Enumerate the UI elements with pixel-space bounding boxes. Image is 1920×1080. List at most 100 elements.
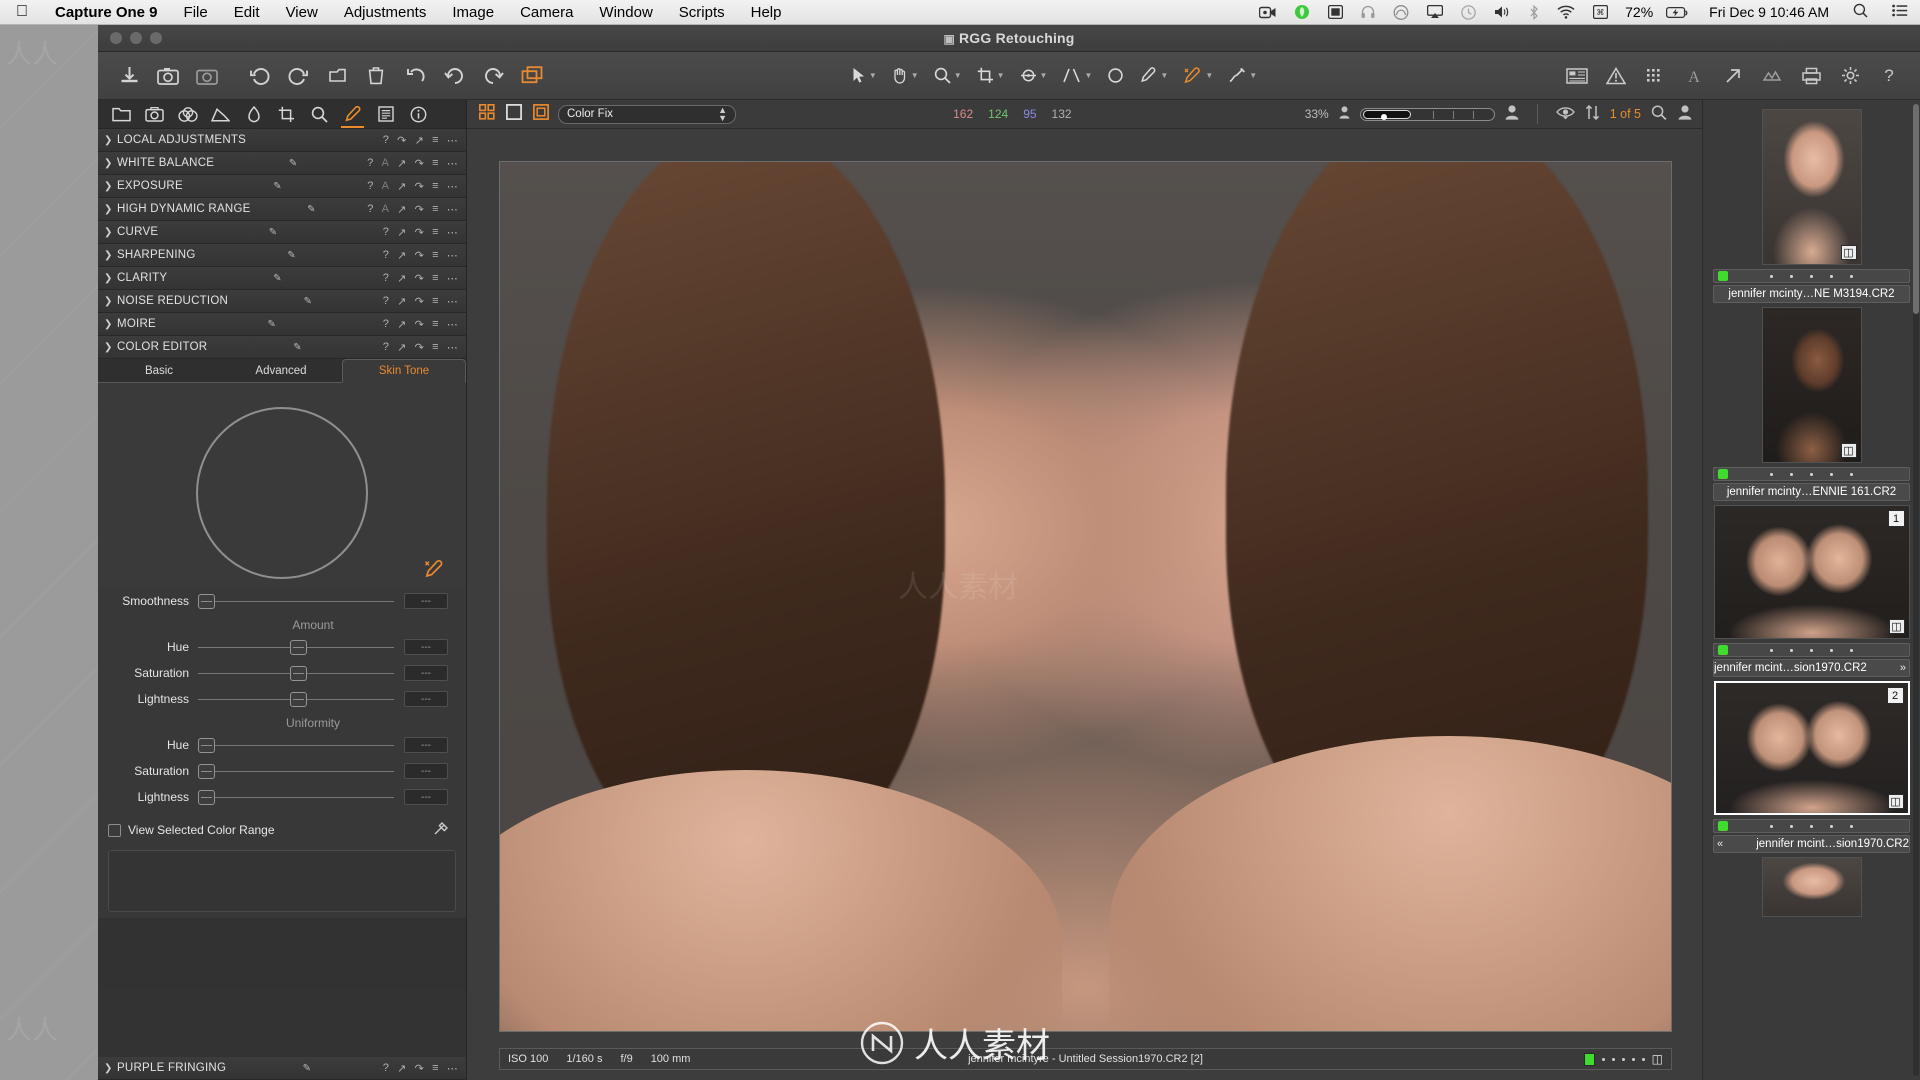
help-icon[interactable]: ? <box>383 295 389 307</box>
window-traffic-lights[interactable] <box>110 32 162 44</box>
person-large-icon[interactable] <box>1505 105 1519 123</box>
slider-amount-hue[interactable]: Hue --- <box>98 634 466 660</box>
menu-item-help[interactable]: Help <box>738 4 795 21</box>
color-icon[interactable] <box>238 101 269 128</box>
rating-row[interactable] <box>1713 643 1910 657</box>
menu-item-view[interactable]: View <box>273 4 331 21</box>
chevron-right-icon[interactable]: ❯ <box>104 296 117 307</box>
menu-clock[interactable]: Fri Dec 9 10:46 AM <box>1697 4 1841 20</box>
tool-actions[interactable]: ? ↗ ↷ ≡ ⋯ <box>276 318 458 331</box>
eyedropper-icon[interactable]: ✎ <box>273 181 282 192</box>
apple-logo-icon[interactable]:  <box>0 4 42 20</box>
chevron-right-icon[interactable]: ❯ <box>104 181 117 192</box>
star-dot[interactable] <box>1611 1057 1615 1061</box>
eyedropper-icon[interactable] <box>424 559 444 584</box>
zoom-slider-thumb[interactable] <box>1362 109 1411 120</box>
copy-icon[interactable]: ↗ <box>397 180 406 193</box>
contact-sheet-icon[interactable]: ◫ <box>1887 794 1904 809</box>
thumbnail[interactable]: ◫ <box>1761 109 1862 265</box>
slider-knob[interactable] <box>198 593 215 609</box>
crop-tool[interactable]: ▼ <box>972 61 1010 91</box>
person-small-icon[interactable] <box>1339 106 1350 122</box>
print-icon[interactable] <box>1794 60 1828 92</box>
arrow-icon[interactable] <box>1716 60 1750 92</box>
focus-mask-icon[interactable] <box>1638 60 1672 92</box>
thumb-filename[interactable]: jennifer mcinty…ENNIE 161.CR2 <box>1713 483 1910 501</box>
process-recipe-select[interactable]: Color Fix ▲ ▼ <box>558 104 736 124</box>
menu-item-adjustments[interactable]: Adjustments <box>331 4 440 21</box>
action-menu-icon[interactable]: ⋯ <box>447 180 458 193</box>
tool-actions[interactable]: ? ↗ ↷ ≡ ⋯ <box>282 272 458 285</box>
help-icon[interactable]: ? <box>367 203 373 215</box>
slider-value[interactable]: --- <box>404 763 448 779</box>
slider-value[interactable]: --- <box>404 639 448 655</box>
person-icon[interactable] <box>1678 105 1692 123</box>
reset-icon[interactable]: ↷ <box>415 157 424 170</box>
proof-view-icon[interactable] <box>531 104 551 124</box>
contact-sheet-icon[interactable]: ◫ <box>1888 619 1905 634</box>
metadata-icon[interactable] <box>370 101 401 128</box>
help-icon[interactable]: ? <box>383 249 389 261</box>
grid-overlay-icon[interactable] <box>1560 60 1594 92</box>
copy-icon[interactable]: ↗ <box>397 226 406 239</box>
slider-value[interactable]: --- <box>404 691 448 707</box>
import-images-icon[interactable] <box>112 60 146 92</box>
action-menu-icon[interactable]: ⋯ <box>447 134 458 147</box>
star-dot[interactable] <box>1641 1057 1645 1061</box>
volume-icon[interactable] <box>1485 5 1520 19</box>
stitch-icon[interactable] <box>1755 60 1789 92</box>
close-button[interactable] <box>110 32 122 44</box>
slider-value[interactable]: --- <box>404 593 448 609</box>
time-machine-icon[interactable] <box>1452 4 1485 20</box>
auto-adjust-icon[interactable]: A <box>382 157 390 169</box>
zoom-tool[interactable]: ▼ <box>929 61 967 91</box>
slider-track[interactable] <box>198 789 394 806</box>
help-icon[interactable]: ? <box>367 157 373 169</box>
help-icon[interactable]: ? <box>383 318 389 330</box>
thumbnail[interactable] <box>1761 857 1862 917</box>
action-menu-icon[interactable]: ⋯ <box>447 318 458 331</box>
tool-row-moire[interactable]: ❯ MOIRE ✎ ? ↗ ↷ ≡ ⋯ <box>98 313 466 336</box>
action-menu-icon[interactable]: ⋯ <box>447 1062 458 1075</box>
help-icon[interactable]: ? <box>1872 60 1906 92</box>
info-icon[interactable] <box>403 101 434 128</box>
menu-item-scripts[interactable]: Scripts <box>666 4 738 21</box>
tool-row-curve[interactable]: ❯ CURVE ✎ ? ↗ ↷ ≡ ⋯ <box>98 221 466 244</box>
preset-icon[interactable]: ≡ <box>432 1062 439 1074</box>
help-icon[interactable]: ? <box>383 1062 389 1074</box>
reset-icon[interactable]: ↷ <box>415 226 424 239</box>
preset-icon[interactable]: ≡ <box>432 180 439 192</box>
eyedropper-icon[interactable]: ✎ <box>269 227 278 238</box>
tab-basic[interactable]: Basic <box>98 359 220 383</box>
list-item[interactable]: 1 ◫ jennifer mcint…sion1970.CR2 » <box>1703 501 1920 677</box>
reset-icon[interactable]: ↷ <box>415 318 424 331</box>
star-dot[interactable] <box>1621 1057 1625 1061</box>
creative-cloud-icon[interactable] <box>1384 4 1418 20</box>
reset-icon[interactable]: ↷ <box>415 180 424 193</box>
preset-icon[interactable]: ≡ <box>432 249 439 261</box>
auto-adjust-icon[interactable]: A <box>382 180 390 192</box>
eyedropper-icon[interactable]: ✎ <box>268 319 277 330</box>
star-dot[interactable] <box>1631 1057 1635 1061</box>
photo-canvas[interactable]: 人人素材 <box>499 161 1672 1032</box>
details-icon[interactable] <box>304 101 335 128</box>
thumb-filename[interactable]: jennifer mcinty…NE M3194.CR2 <box>1713 285 1910 303</box>
slider-value[interactable]: --- <box>404 665 448 681</box>
contact-sheet-icon[interactable]: ◫ <box>1652 1052 1663 1066</box>
delete-icon[interactable] <box>359 60 393 92</box>
tool-actions[interactable]: ? ↗ ↷ ≡ ⋯ <box>302 341 458 354</box>
tool-actions[interactable]: ? ↗ ↷ ≡ ⋯ <box>296 249 458 262</box>
tool-actions[interactable]: ? A ↗ ↷ ≡ ⋯ <box>316 203 458 216</box>
slider-uniformity-saturation[interactable]: Saturation --- <box>98 758 466 784</box>
tool-row-noise-reduction[interactable]: ❯ NOISE REDUCTION ✎ ? ↗ ↷ ≡ ⋯ <box>98 290 466 313</box>
stepper-icon[interactable]: ▲ ▼ <box>718 105 727 122</box>
thumbnail[interactable]: ◫ <box>1761 307 1862 463</box>
copy-icon[interactable]: ↗ <box>397 318 406 331</box>
tool-actions[interactable]: ? ↗ ↷ ≡ ⋯ <box>277 226 458 239</box>
chevron-right-icon[interactable]: ❯ <box>104 1063 117 1074</box>
tool-row-color-editor[interactable]: ❯ COLOR EDITOR ✎ ? ↗ ↷ ≡ ⋯ <box>98 336 466 359</box>
chevron-left-icon[interactable]: « <box>1714 838 1723 850</box>
chevron-right-icon[interactable]: ❯ <box>104 204 117 215</box>
tool-row-high-dynamic-range[interactable]: ❯ HIGH DYNAMIC RANGE ✎ ? A ↗ ↷ ≡ ⋯ <box>98 198 466 221</box>
tool-actions[interactable]: ? A ↗ ↷ ≡ ⋯ <box>298 157 459 170</box>
